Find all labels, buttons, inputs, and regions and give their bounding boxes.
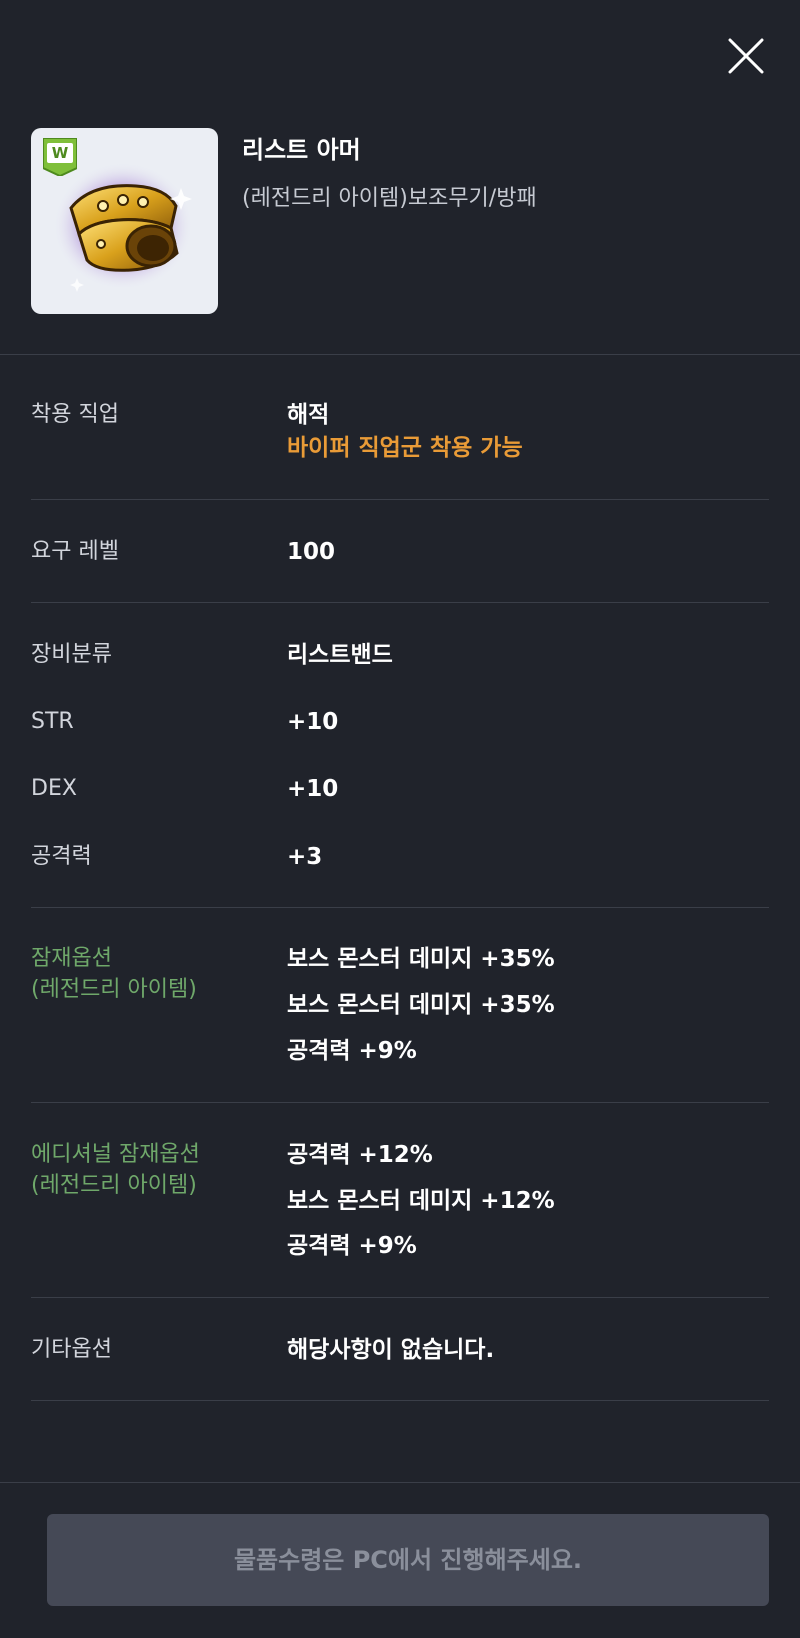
stat-label: STR <box>31 709 74 734</box>
stat-value: 리스트밴드 <box>287 642 393 668</box>
potential-grade: (레전드리 아이템) <box>31 977 197 1002</box>
stat-label: DEX <box>31 776 77 801</box>
item-name: 리스트 아머 <box>242 136 361 164</box>
additional-potential-line: 공격력 +12% <box>287 1142 433 1168</box>
potential-label: 잠재옵션 <box>31 946 112 971</box>
level-value: 100 <box>287 539 336 565</box>
etc-value: 해당사항이 없습니다. <box>287 1337 495 1363</box>
section-potential: 잠재옵션 (레전드리 아이템) 보스 몬스터 데미지 +35% 보스 몬스터 데… <box>31 908 769 1103</box>
item-type: (레전드리 아이템)보조무기/방패 <box>242 186 537 211</box>
world-badge-icon: W <box>43 138 77 176</box>
section-job: 착용 직업 해적 바이퍼 직업군 착용 가능 <box>31 354 769 500</box>
level-label: 요구 레벨 <box>31 539 119 564</box>
stat-value: +3 <box>287 844 323 870</box>
footer: 물품수령은 PC에서 진행해주세요. <box>0 1482 800 1638</box>
item-header: W 리스트 아머 (레전드리 아이템)보조무기/방패 <box>0 0 800 355</box>
receive-item-button[interactable]: 물품수령은 PC에서 진행해주세요. <box>47 1514 769 1606</box>
world-badge-label: W <box>51 144 69 162</box>
job-label: 착용 직업 <box>31 402 119 427</box>
section-additional-potential: 에디셔널 잠재옵션 (레전드리 아이템) 공격력 +12% 보스 몬스터 데미지… <box>31 1103 769 1298</box>
stat-label: 장비분류 <box>31 642 112 667</box>
job-note: 바이퍼 직업군 착용 가능 <box>287 435 523 461</box>
job-value: 해적 <box>287 402 330 428</box>
potential-line: 보스 몬스터 데미지 +35% <box>287 992 555 1018</box>
potential-line: 보스 몬스터 데미지 +35% <box>287 946 555 972</box>
additional-potential-label: 에디셔널 잠재옵션 <box>31 1142 200 1167</box>
item-thumbnail: W <box>31 128 218 314</box>
additional-potential-line: 공격력 +9% <box>287 1233 417 1259</box>
additional-potential-line: 보스 몬스터 데미지 +12% <box>287 1188 555 1214</box>
section-stats: 장비분류 리스트밴드 STR +10 DEX +10 공격력 +3 <box>31 603 769 908</box>
stat-label: 공격력 <box>31 844 92 869</box>
stat-value: +10 <box>287 709 339 735</box>
section-etc: 기타옵션 해당사항이 없습니다. <box>31 1298 769 1401</box>
section-level: 요구 레벨 100 <box>31 500 769 603</box>
etc-label: 기타옵션 <box>31 1337 112 1362</box>
additional-potential-grade: (레전드리 아이템) <box>31 1173 197 1198</box>
potential-line: 공격력 +9% <box>287 1038 417 1064</box>
stat-value: +10 <box>287 776 339 802</box>
